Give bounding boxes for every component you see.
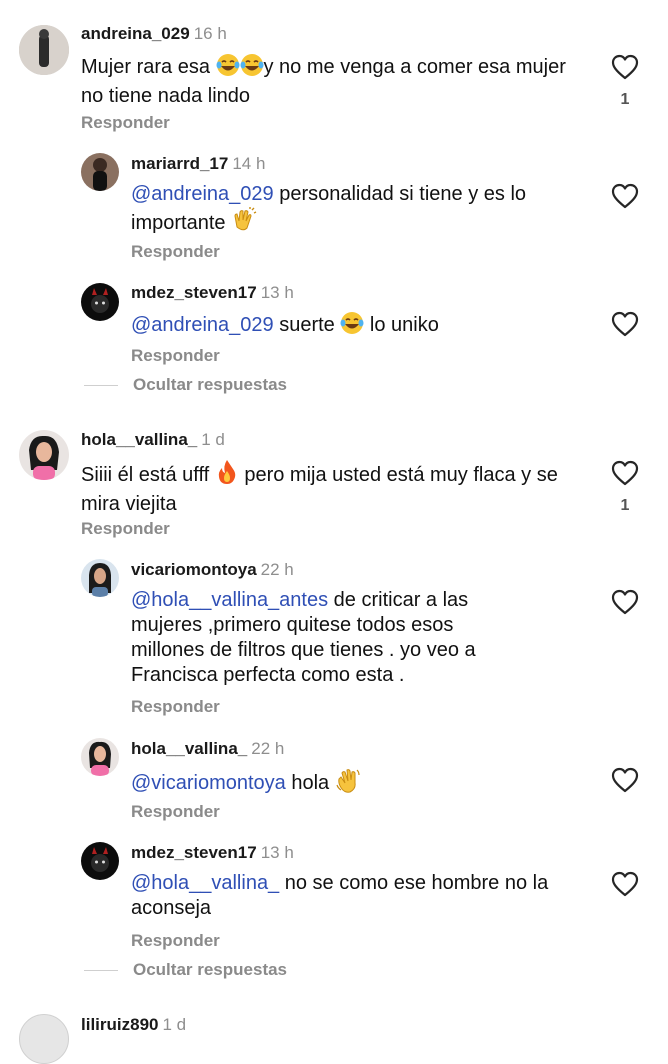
username-text[interactable]: mdez_steven17 xyxy=(131,283,257,302)
comment-text: @hola__vallina_antes de criticar a las m… xyxy=(131,588,526,688)
comment-text-part: lo uniko xyxy=(364,314,439,336)
mention-link[interactable]: @vicariomontoya xyxy=(131,772,286,794)
avatar[interactable] xyxy=(81,153,119,191)
reply-button[interactable]: Responder xyxy=(81,113,170,133)
comment-username[interactable]: hola__vallina_ 22 h xyxy=(131,739,284,759)
comment-username[interactable]: mdez_steven17 13 h xyxy=(131,843,294,863)
avatar[interactable] xyxy=(81,738,119,776)
username-text[interactable]: hola__vallina_ xyxy=(81,430,197,449)
comment-text: @andreina_029 personalidad si tiene y es… xyxy=(131,182,591,240)
mention-link[interactable]: @andreina_029 xyxy=(131,183,274,205)
comment-text-part: Siiii él está ufff xyxy=(81,464,215,486)
like-count[interactable]: 1 xyxy=(611,91,639,109)
comment-username[interactable]: hola__vallina_ 1 d xyxy=(81,430,225,450)
comment-time: 14 h xyxy=(232,154,266,173)
comment-username[interactable]: mariarrd_17 14 h xyxy=(131,154,265,174)
laughing-tears-emoji xyxy=(216,53,240,84)
comment-text: Mujer rara esa y no me venga a comer esa… xyxy=(81,53,581,109)
clapping-hands-emoji xyxy=(231,207,257,240)
username-text[interactable]: hola__vallina_ xyxy=(131,739,247,758)
reply-button[interactable]: Responder xyxy=(131,346,220,366)
comment-text-part: Mujer rara esa xyxy=(81,56,216,78)
comment-time: 16 h xyxy=(193,24,227,43)
username-text[interactable]: liliruiz890 xyxy=(81,1015,158,1034)
comment-time: 1 d xyxy=(201,430,225,449)
reply-button[interactable]: Responder xyxy=(131,802,220,822)
waving-hand-emoji xyxy=(335,767,361,800)
comment-username[interactable]: andreina_029 16 h xyxy=(81,24,227,44)
mention-link[interactable]: @hola__vallina_ xyxy=(131,872,279,894)
comment-text: @hola__vallina_ no se como ese hombre no… xyxy=(131,871,591,921)
heart-icon[interactable] xyxy=(611,54,639,80)
mention-link[interactable]: @andreina_029 xyxy=(131,314,274,336)
comment-time: 22 h xyxy=(251,739,285,758)
mention-link[interactable]: @hola__vallina_antes xyxy=(131,589,328,611)
previous-content-remnant xyxy=(82,0,122,4)
heart-icon[interactable] xyxy=(611,183,639,209)
hide-replies-divider xyxy=(84,970,118,971)
laughing-tears-emoji xyxy=(340,311,364,342)
heart-icon[interactable] xyxy=(611,460,639,486)
comment-username[interactable]: mdez_steven17 13 h xyxy=(131,283,294,303)
fire-emoji xyxy=(215,459,239,492)
avatar[interactable] xyxy=(19,25,69,75)
avatar[interactable] xyxy=(81,559,119,597)
hide-replies-divider xyxy=(84,385,118,386)
comment-username[interactable]: liliruiz890 1 d xyxy=(81,1015,186,1035)
username-text[interactable]: mdez_steven17 xyxy=(131,843,257,862)
username-text[interactable]: mariarrd_17 xyxy=(131,154,228,173)
comment-text: @andreina_029 suerte lo uniko xyxy=(131,311,591,342)
reply-button[interactable]: Responder xyxy=(81,519,170,539)
comment-username[interactable]: vicariomontoya 22 h xyxy=(131,560,294,580)
reply-button[interactable]: Responder xyxy=(131,931,220,951)
comment-text-part: suerte xyxy=(273,314,341,336)
heart-icon[interactable] xyxy=(611,767,639,793)
comment-time: 13 h xyxy=(260,843,294,862)
hide-replies-button[interactable]: Ocultar respuestas xyxy=(133,960,287,980)
comment-text: Siiii él está ufff pero mija usted está … xyxy=(81,459,591,517)
avatar[interactable] xyxy=(19,1014,69,1064)
heart-icon[interactable] xyxy=(611,589,639,615)
comment-time: 13 h xyxy=(260,283,294,302)
comment-text-part: hola xyxy=(285,772,335,794)
reply-button[interactable]: Responder xyxy=(131,242,220,262)
comment-time: 1 d xyxy=(162,1015,187,1034)
reply-button[interactable]: Responder xyxy=(131,697,220,717)
like-count[interactable]: 1 xyxy=(611,497,639,515)
avatar[interactable] xyxy=(81,283,119,321)
avatar[interactable] xyxy=(19,430,69,480)
comment-time: 22 h xyxy=(260,560,294,579)
avatar[interactable] xyxy=(81,842,119,880)
hide-replies-button[interactable]: Ocultar respuestas xyxy=(133,375,287,395)
comment-text: @vicariomontoya hola xyxy=(131,767,591,800)
laughing-tears-emoji xyxy=(240,53,264,84)
heart-icon[interactable] xyxy=(611,311,639,337)
username-text[interactable]: vicariomontoya xyxy=(131,560,257,579)
username-text[interactable]: andreina_029 xyxy=(81,24,190,43)
heart-icon[interactable] xyxy=(611,871,639,897)
